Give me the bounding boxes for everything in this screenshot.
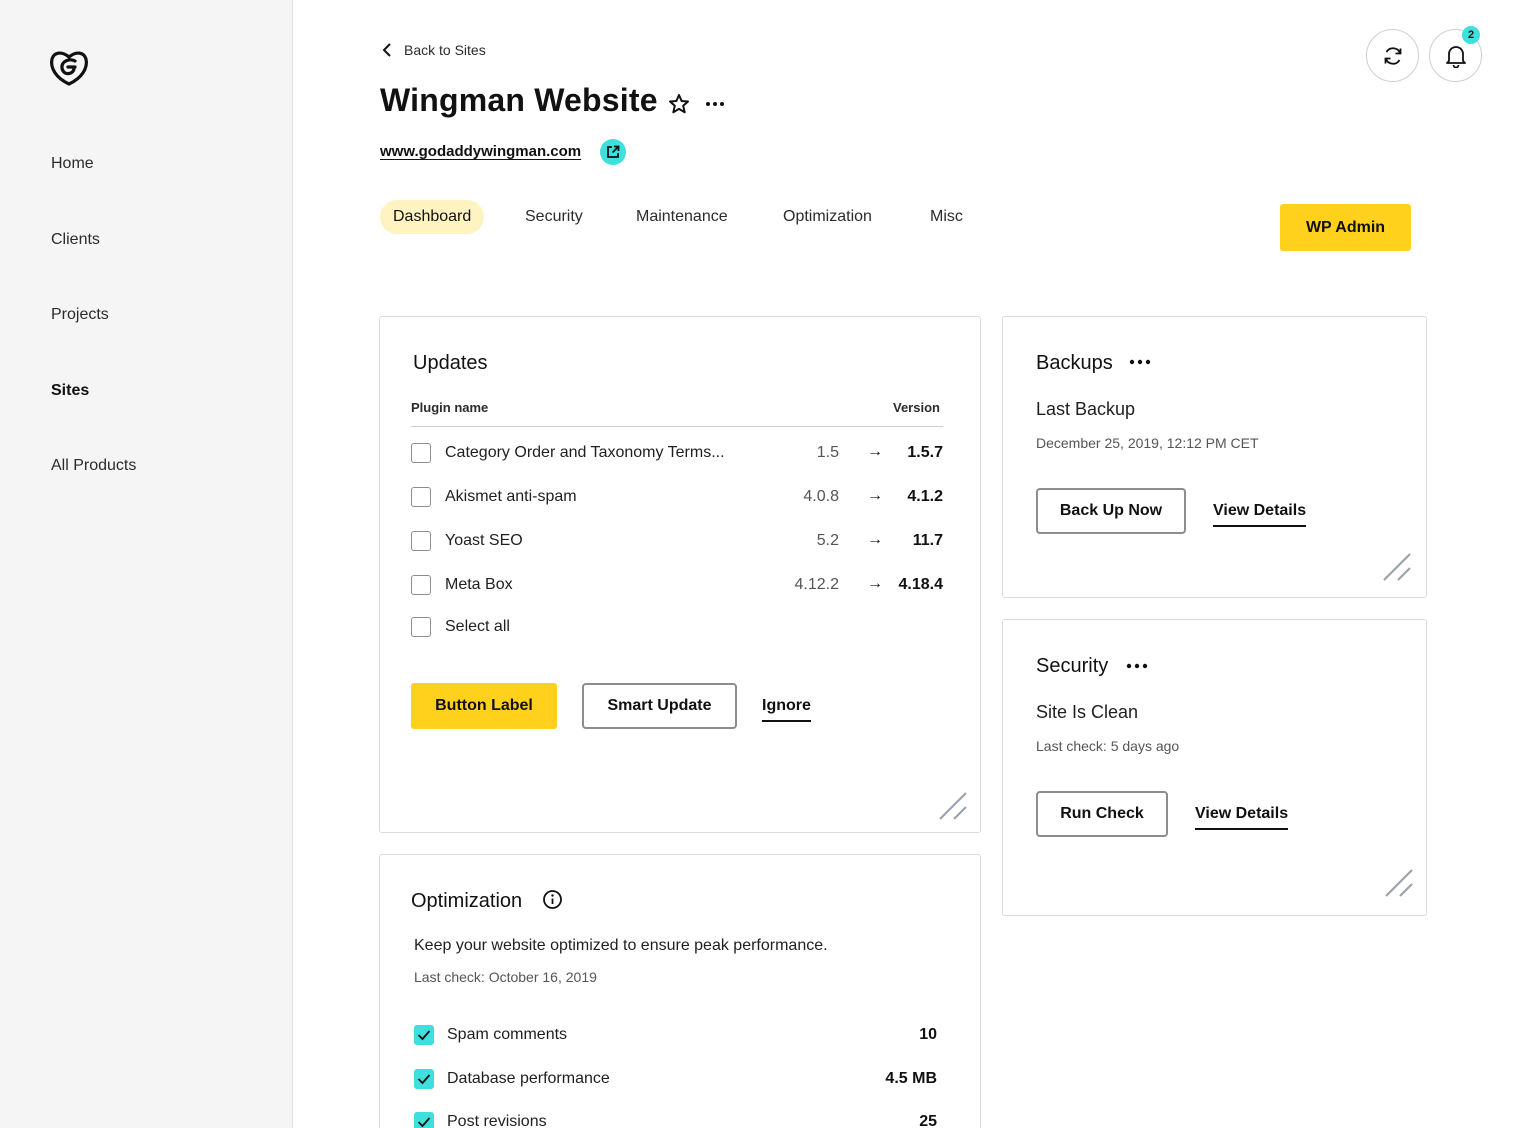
sidebar-item-home[interactable]: Home — [51, 155, 94, 173]
last-backup-label: Last Backup — [1036, 399, 1136, 419]
security-more-icon[interactable] — [1125, 658, 1149, 674]
run-check-button[interactable]: Run Check — [1036, 791, 1168, 837]
plugin-name-column-header: Plugin name — [411, 400, 489, 415]
current-version: 5.2 — [816, 532, 839, 549]
table-row: Akismet anti-spam 4.0.8 → 4.1.2 — [411, 486, 943, 510]
check-icon — [417, 1074, 431, 1085]
check-icon — [417, 1117, 431, 1128]
optimization-item-label: Database performance — [447, 1070, 610, 1087]
back-up-now-button[interactable]: Back Up Now — [1036, 488, 1186, 534]
arrow-right-icon: → — [867, 531, 883, 548]
check-icon — [417, 1030, 431, 1041]
backups-view-details-link[interactable]: View Details — [1213, 502, 1307, 527]
last-backup-date: December 25, 2019, 12:12 PM CET — [1036, 435, 1259, 451]
plugin-name: Akismet anti-spam — [445, 488, 577, 505]
list-item: Spam comments 10 — [414, 1025, 937, 1049]
wp-admin-button[interactable]: WP Admin — [1280, 204, 1411, 251]
header-divider — [411, 426, 943, 427]
select-all-checkbox[interactable] — [411, 617, 431, 637]
ignore-link[interactable]: Ignore — [762, 697, 811, 722]
primary-update-button[interactable]: Button Label — [411, 683, 557, 729]
tab-optimization[interactable]: Optimization — [770, 200, 885, 234]
refresh-button[interactable] — [1366, 29, 1419, 82]
chevron-left-icon — [382, 43, 391, 57]
sidebar-item-sites[interactable]: Sites — [51, 382, 89, 400]
site-status: Site Is Clean — [1036, 702, 1139, 722]
plugin-name: Category Order and Taxonomy Terms... — [445, 444, 725, 461]
backups-more-icon[interactable] — [1128, 354, 1152, 370]
arrow-right-icon: → — [867, 443, 883, 460]
sidebar: Home Clients Projects Sites All Products — [0, 0, 293, 1128]
optimization-item-value: 4.5 MB — [885, 1070, 937, 1087]
checkbox-checked[interactable] — [414, 1025, 434, 1045]
optimization-title: Optimization — [411, 890, 523, 912]
optimization-item-label: Post revisions — [447, 1113, 547, 1128]
plugin-name: Meta Box — [445, 576, 513, 593]
page-title: Wingman Website — [380, 82, 658, 118]
new-version: 11.7 — [912, 532, 943, 549]
star-icon[interactable] — [667, 92, 691, 116]
backups-title: Backups — [1036, 352, 1113, 374]
external-link-icon[interactable] — [600, 139, 626, 165]
list-item: Post revisions 25 — [414, 1112, 937, 1128]
select-all-label[interactable]: Select all — [445, 618, 510, 636]
sidebar-item-projects[interactable]: Projects — [51, 306, 109, 324]
checkbox-checked[interactable] — [414, 1069, 434, 1089]
current-version: 4.0.8 — [803, 488, 839, 505]
resize-handle-icon[interactable] — [1382, 552, 1412, 582]
more-options-icon[interactable] — [704, 92, 726, 116]
refresh-icon — [1384, 46, 1401, 65]
sidebar-item-clients[interactable]: Clients — [51, 231, 100, 249]
updates-title: Updates — [413, 352, 488, 374]
back-link-label: Back to Sites — [404, 42, 486, 58]
optimization-item-value: 10 — [919, 1026, 937, 1043]
checkbox-checked[interactable] — [414, 1112, 434, 1128]
site-url-link[interactable]: www.godaddywingman.com — [380, 143, 581, 160]
new-version: 1.5.7 — [907, 444, 943, 461]
list-item: Database performance 4.5 MB — [414, 1069, 937, 1093]
row-checkbox[interactable] — [411, 487, 431, 507]
optimization-item-label: Spam comments — [447, 1026, 568, 1043]
security-title: Security — [1036, 655, 1109, 677]
new-version: 4.1.2 — [907, 488, 943, 505]
sidebar-item-all-products[interactable]: All Products — [51, 457, 136, 475]
optimization-last-check: Last check: October 16, 2019 — [414, 969, 597, 985]
plugin-name: Yoast SEO — [445, 532, 523, 549]
new-version: 4.18.4 — [898, 576, 943, 593]
select-all-row: Select all — [411, 616, 943, 640]
arrow-right-icon: → — [867, 575, 883, 592]
resize-handle-icon[interactable] — [1384, 868, 1414, 898]
tab-maintenance[interactable]: Maintenance — [623, 200, 741, 234]
row-checkbox[interactable] — [411, 531, 431, 551]
notification-badge: 2 — [1462, 26, 1480, 44]
table-row: Meta Box 4.12.2 → 4.18.4 — [411, 574, 943, 598]
arrow-right-icon: → — [867, 487, 883, 504]
row-checkbox[interactable] — [411, 575, 431, 595]
tab-misc[interactable]: Misc — [917, 200, 976, 234]
current-version: 4.12.2 — [794, 576, 839, 593]
info-icon[interactable] — [542, 889, 563, 910]
security-view-details-link[interactable]: View Details — [1195, 805, 1289, 830]
optimization-item-value: 25 — [919, 1113, 937, 1128]
row-checkbox[interactable] — [411, 443, 431, 463]
optimization-description: Keep your website optimized to ensure pe… — [414, 937, 828, 954]
security-last-check: Last check: 5 days ago — [1036, 738, 1180, 754]
bell-icon — [1445, 45, 1466, 68]
back-to-sites-link[interactable]: Back to Sites — [382, 42, 486, 58]
tab-dashboard[interactable]: Dashboard — [380, 200, 485, 234]
table-row: Category Order and Taxonomy Terms... 1.5… — [411, 442, 943, 466]
godaddy-logo-icon[interactable] — [48, 48, 90, 88]
smart-update-button[interactable]: Smart Update — [582, 683, 737, 729]
resize-handle-icon[interactable] — [938, 791, 968, 821]
current-version: 1.5 — [816, 444, 839, 461]
version-column-header: Version — [893, 400, 940, 415]
table-row: Yoast SEO 5.2 → 11.7 — [411, 530, 943, 554]
tab-security[interactable]: Security — [512, 200, 596, 234]
